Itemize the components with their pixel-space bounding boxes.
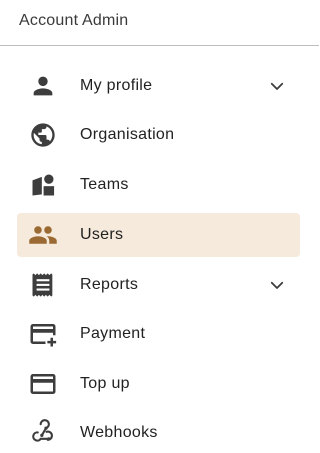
person-icon: [28, 71, 58, 101]
sidebar-item-teams[interactable]: Teams: [17, 163, 300, 207]
sidebar-item-reports[interactable]: Reports: [17, 263, 300, 307]
sidebar-item-label: Organisation: [80, 126, 175, 143]
sidebar-item-label: Users: [80, 226, 124, 243]
sidebar-item-users[interactable]: Users: [17, 213, 300, 257]
chevron-down-icon[interactable]: [268, 276, 286, 294]
sidebar-title: Account Admin: [19, 11, 129, 29]
sidebar-item-label: Top up: [80, 375, 130, 392]
sidebar-item-label: Teams: [80, 176, 129, 193]
globe-icon: [28, 120, 58, 150]
teams-icon: [28, 170, 58, 200]
group-icon: [28, 220, 58, 250]
sidebar-item-label: Reports: [80, 276, 139, 293]
sidebar-item-payment[interactable]: Payment: [17, 312, 300, 356]
sidebar-item-webhooks[interactable]: Webhooks: [17, 411, 300, 453]
sidebar-item-label: Payment: [80, 325, 146, 342]
credit-card-icon: [28, 369, 58, 399]
chevron-down-icon[interactable]: [268, 77, 286, 95]
account-admin-sidebar: Account Admin My profile Organisation Te…: [0, 0, 319, 453]
sidebar-item-top-up[interactable]: Top up: [17, 362, 300, 406]
sidebar-item-label: Webhooks: [80, 424, 158, 441]
sidebar-header: Account Admin: [0, 0, 319, 46]
sidebar-item-organisation[interactable]: Organisation: [17, 113, 300, 157]
add-card-icon: [28, 319, 58, 349]
sidebar-item-my-profile[interactable]: My profile: [17, 64, 300, 108]
webhook-icon: [28, 418, 58, 448]
receipt-icon: [28, 270, 58, 300]
sidebar-item-label: My profile: [80, 77, 153, 94]
